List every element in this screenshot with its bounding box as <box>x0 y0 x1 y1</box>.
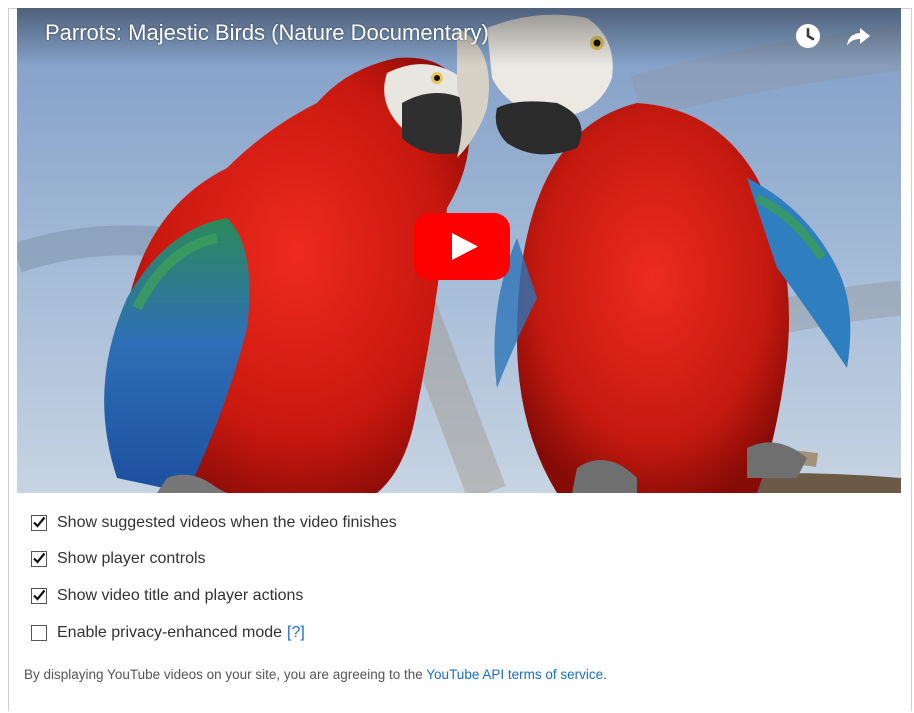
play-button[interactable] <box>414 213 510 280</box>
option-label: Show player controls <box>57 550 206 567</box>
checkmark-icon <box>33 552 46 564</box>
checkmark-icon <box>33 516 46 528</box>
watch-later-button[interactable] <box>791 19 825 53</box>
checkbox-show-player-controls[interactable] <box>31 551 47 567</box>
checkmark-icon <box>33 589 46 601</box>
terms-disclaimer: By displaying YouTube videos on your sit… <box>24 667 607 682</box>
play-icon <box>414 213 510 280</box>
option-label: Show video title and player actions <box>57 587 304 604</box>
option-show-player-controls[interactable]: Show player controls <box>31 548 206 570</box>
option-show-suggested-videos[interactable]: Show suggested videos when the video fin… <box>31 512 397 534</box>
option-show-title-and-actions[interactable]: Show video title and player actions <box>31 585 303 607</box>
checkbox-show-title-and-actions[interactable] <box>31 588 47 604</box>
share-arrow-icon <box>847 28 870 46</box>
share-button[interactable] <box>841 19 875 53</box>
checkbox-show-suggested-videos[interactable] <box>31 515 47 531</box>
video-player[interactable]: Parrots: Majestic Birds (Nature Document… <box>17 8 901 493</box>
option-label: Enable privacy-enhanced mode <box>57 624 283 641</box>
option-label: Show suggested videos when the video fin… <box>57 514 397 531</box>
disclaimer-text: By displaying YouTube videos on your sit… <box>24 667 427 682</box>
checkbox-privacy-enhanced-mode[interactable] <box>31 625 47 641</box>
disclaimer-suffix: . <box>603 667 607 682</box>
option-privacy-enhanced-mode[interactable]: Enable privacy-enhanced mode [?] <box>31 622 305 644</box>
video-title[interactable]: Parrots: Majestic Birds (Nature Document… <box>45 20 489 46</box>
privacy-help-link[interactable]: [?] <box>287 624 305 642</box>
youtube-api-terms-link[interactable]: YouTube API terms of service <box>426 667 603 682</box>
clock-icon <box>796 24 820 48</box>
